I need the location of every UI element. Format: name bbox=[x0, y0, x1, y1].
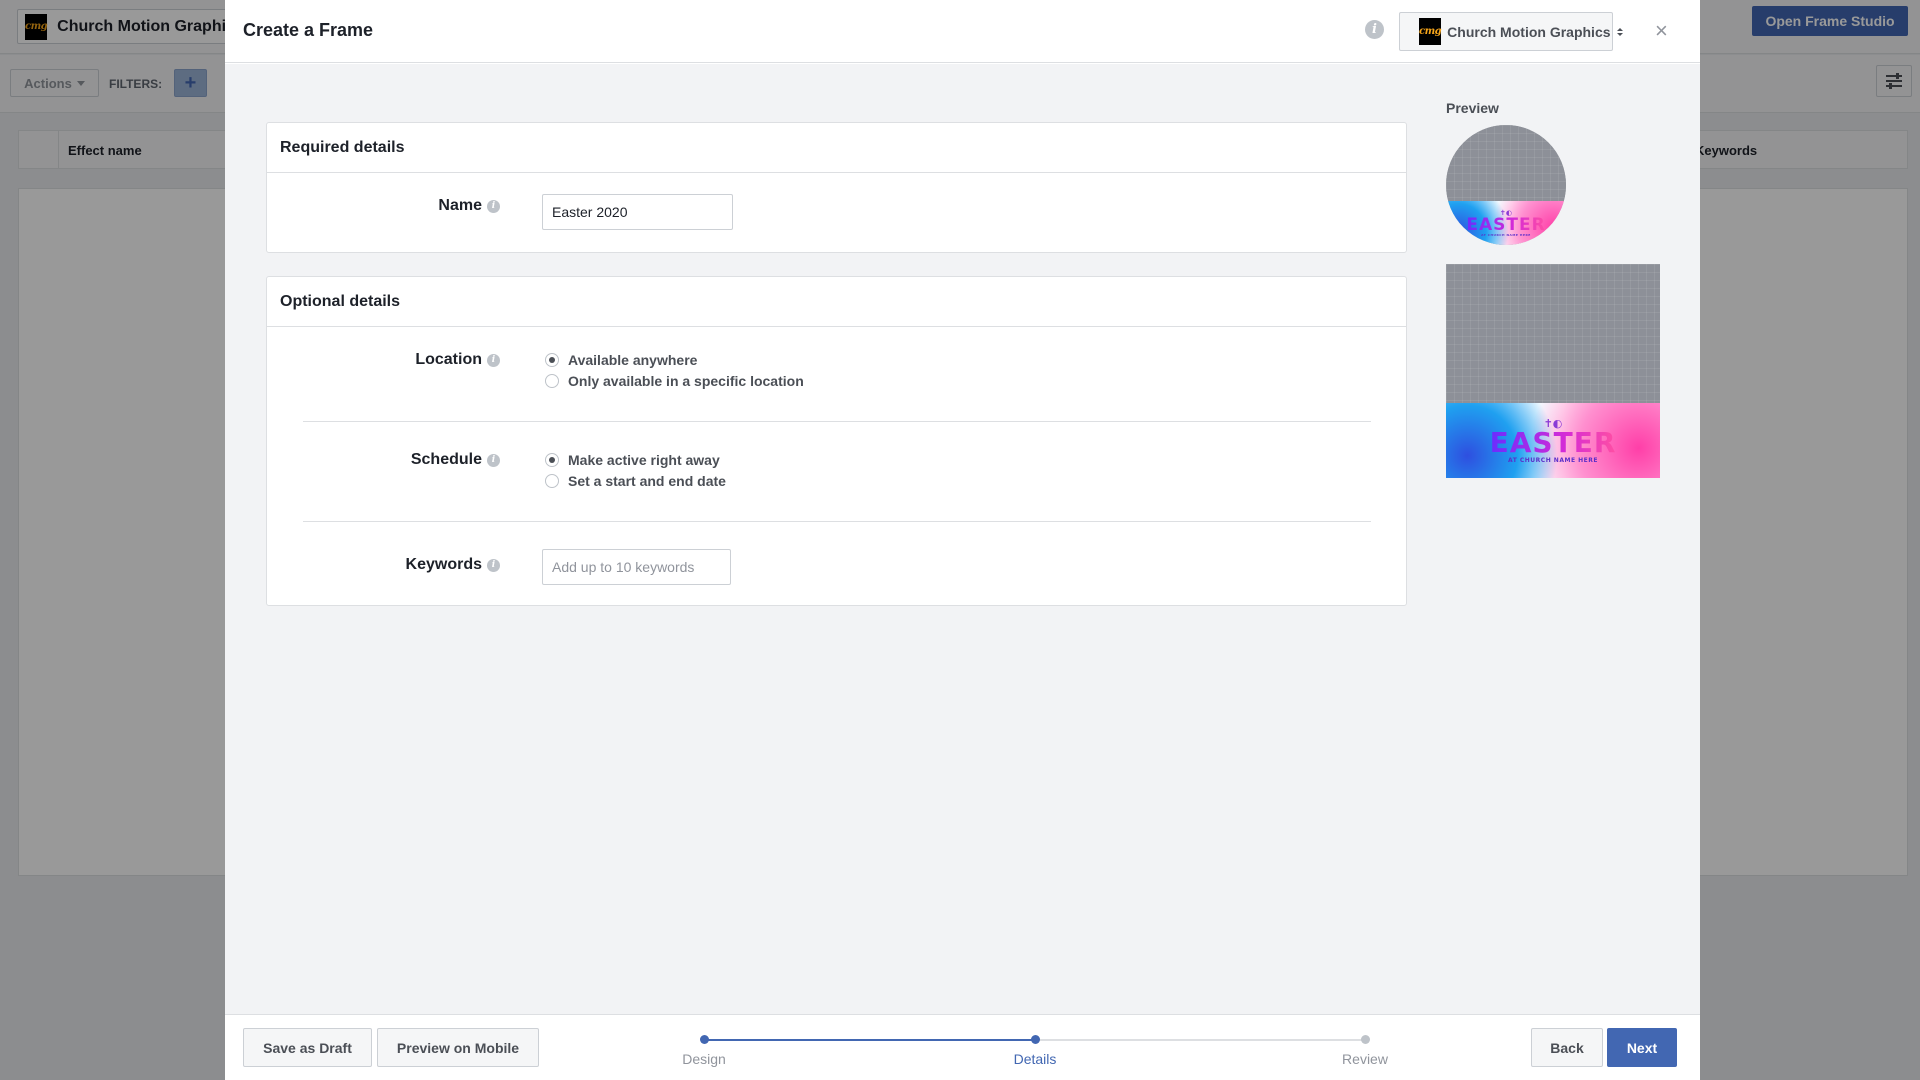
schedule-label-text: Schedule bbox=[410, 451, 482, 468]
back-button[interactable]: Back bbox=[1531, 1028, 1603, 1067]
step-dot-design bbox=[700, 1035, 709, 1044]
preview-mobile-button[interactable]: Preview on Mobile bbox=[377, 1028, 539, 1067]
required-details-heading: Required details bbox=[267, 123, 1406, 173]
frame-subtitle: AT CHURCH NAME HERE bbox=[1508, 456, 1598, 464]
save-draft-button[interactable]: Save as Draft bbox=[243, 1028, 372, 1067]
keywords-label: Keywords i bbox=[406, 556, 500, 574]
location-label-text: Location bbox=[415, 351, 482, 368]
radio-button[interactable] bbox=[545, 453, 559, 467]
help-icon[interactable]: i bbox=[487, 353, 500, 367]
radio-label: Make active right away bbox=[568, 452, 720, 468]
name-input[interactable]: Easter 2020 bbox=[542, 194, 733, 230]
optional-details-card: Optional details Location i Available an… bbox=[266, 276, 1407, 606]
schedule-option-dates[interactable]: Set a start and end date bbox=[545, 473, 726, 489]
step-review[interactable]: Review bbox=[1342, 1051, 1388, 1067]
radio-label: Only available in a specific location bbox=[568, 373, 804, 389]
sort-arrows-icon bbox=[1616, 27, 1623, 36]
radio-label: Set a start and end date bbox=[568, 473, 726, 489]
page-logo: cmg bbox=[1419, 18, 1442, 45]
frame-overlay-square: ✝◐ EASTER AT CHURCH NAME HERE bbox=[1446, 403, 1660, 478]
frame-overlay-circle: ✝◐ EASTER AT CHURCH NAME HERE bbox=[1446, 201, 1566, 245]
preview-profile-circle: ✝◐ EASTER AT CHURCH NAME HERE bbox=[1446, 125, 1566, 245]
frame-title: EASTER bbox=[1466, 215, 1546, 235]
location-option-specific[interactable]: Only available in a specific location bbox=[545, 373, 804, 389]
frame-title: EASTER bbox=[1489, 425, 1617, 459]
dialog-title: Create a Frame bbox=[243, 20, 374, 40]
name-label: Name i bbox=[438, 197, 500, 215]
step-dot-review bbox=[1361, 1035, 1370, 1044]
step-design[interactable]: Design bbox=[682, 1051, 726, 1067]
divider bbox=[303, 521, 1371, 522]
step-details[interactable]: Details bbox=[1014, 1051, 1057, 1067]
page-selector-label: Church Motion Graphics bbox=[1447, 23, 1611, 40]
divider bbox=[303, 421, 1371, 422]
preview-label: Preview bbox=[1446, 100, 1499, 116]
keywords-input[interactable]: Add up to 10 keywords bbox=[542, 549, 731, 585]
frame-subtitle: AT CHURCH NAME HERE bbox=[1481, 233, 1531, 237]
step-dot-details bbox=[1031, 1035, 1040, 1044]
name-label-text: Name bbox=[438, 197, 482, 214]
create-frame-dialog: Create a Frame i cmg Church Motion Graph… bbox=[225, 0, 1700, 1080]
dialog-body: Required details Name i Easter 2020 Opti… bbox=[225, 64, 1700, 1014]
info-icon[interactable]: i bbox=[1365, 20, 1384, 39]
location-option-anywhere[interactable]: Available anywhere bbox=[545, 352, 697, 368]
page-selector[interactable]: cmg Church Motion Graphics bbox=[1399, 12, 1623, 51]
location-label: Location i bbox=[415, 351, 500, 369]
dialog-header: Create a Frame i cmg Church Motion Graph… bbox=[225, 0, 1700, 63]
help-icon[interactable]: i bbox=[487, 453, 500, 467]
radio-label: Available anywhere bbox=[568, 352, 698, 368]
dialog-footer: Save as Draft Preview on Mobile Design D… bbox=[225, 1014, 1700, 1080]
next-button[interactable]: Next bbox=[1607, 1028, 1677, 1067]
preview-square: ✝◐ EASTER AT CHURCH NAME HERE bbox=[1446, 264, 1660, 478]
radio-button[interactable] bbox=[545, 353, 559, 367]
radio-button[interactable] bbox=[545, 374, 559, 388]
help-icon[interactable]: i bbox=[487, 199, 500, 213]
schedule-option-now[interactable]: Make active right away bbox=[545, 452, 720, 468]
stepper-progress bbox=[705, 1039, 1035, 1041]
schedule-label: Schedule i bbox=[411, 451, 500, 469]
close-icon[interactable]: × bbox=[1655, 20, 1668, 42]
radio-button[interactable] bbox=[545, 474, 559, 488]
help-icon[interactable]: i bbox=[487, 558, 500, 572]
optional-details-heading: Optional details bbox=[267, 277, 1406, 327]
stepper-track bbox=[1035, 1039, 1365, 1041]
keywords-label-text: Keywords bbox=[405, 556, 482, 573]
required-details-card: Required details Name i Easter 2020 bbox=[266, 122, 1407, 253]
